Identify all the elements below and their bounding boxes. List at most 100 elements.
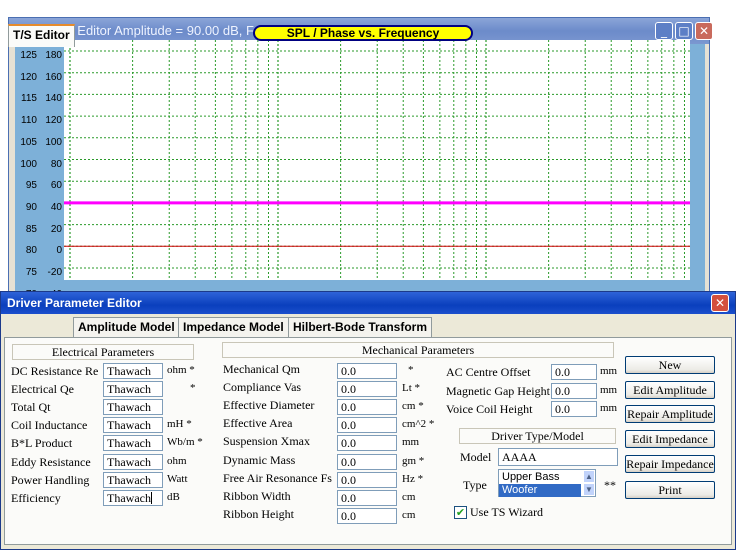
mechanical-param-field[interactable]: 0.0 (337, 453, 397, 470)
electrical-param-label: Power Handling (11, 472, 90, 487)
electrical-param-unit: ohm (167, 454, 187, 467)
electrical-param-field[interactable]: Thawach (103, 435, 163, 452)
chart-svg (64, 40, 690, 291)
tab-impedance-model[interactable]: Impedance Model (178, 317, 289, 337)
chart-plot-area[interactable] (64, 40, 690, 291)
mechanical-param-field[interactable]: 0.0 (337, 399, 397, 416)
electrical-param-field[interactable]: Thawach (103, 399, 163, 416)
dialog-title: Driver Parameter Editor (7, 296, 142, 310)
mechanical-extra-unit: mm (600, 365, 618, 377)
edit-amplitude-button[interactable]: Edit Amplitude (625, 381, 715, 399)
mechanical-param-field[interactable]: 0.0 (337, 471, 397, 488)
spl-tick-label: 110 (21, 115, 37, 127)
mechanical-param-label: Compliance Vas (223, 380, 302, 395)
mechanical-param-unit: cm * (402, 400, 424, 413)
electrical-param-field[interactable]: Thawach (103, 417, 163, 434)
mechanical-param-unit: cm^2 * (402, 418, 435, 431)
mechanical-param-label: Dynamic Mass (223, 452, 296, 467)
electrical-param-unit: dB (167, 490, 180, 503)
use-ts-wizard-checkbox[interactable]: ✔ (454, 506, 467, 519)
mechanical-extra-field[interactable]: 0.0 (551, 364, 597, 380)
mechanical-param-label: Effective Diameter (223, 398, 315, 413)
minimize-icon[interactable]: _ (655, 22, 673, 40)
phase-tick-label: 80 (50, 158, 62, 170)
electrical-param-label: Eddy Resistance (11, 454, 91, 469)
mechanical-param-unit: cm (402, 508, 416, 521)
tab-amplitude-model[interactable]: Amplitude Model (73, 317, 180, 337)
electrical-parameters-heading: Electrical Parameters (12, 344, 194, 360)
dialog-title-bar[interactable]: Driver Parameter Editor ✕ (1, 292, 735, 314)
close-icon[interactable]: ✕ (695, 22, 713, 40)
print-button[interactable]: Print (625, 481, 715, 499)
electrical-param-label: DC Resistance Re (11, 364, 99, 378)
mechanical-param-field[interactable]: 0.0 (337, 507, 397, 524)
type-option-upper-bass[interactable]: Upper Bass (499, 471, 581, 484)
type-listbox[interactable]: Upper Bass Woofer ▲ ▼ (498, 469, 596, 497)
electrical-param-label: B*L Product (11, 436, 73, 451)
use-ts-wizard-label: Use TS Wizard (470, 505, 544, 519)
electrical-param-label: Total Qt (11, 400, 51, 415)
new-button[interactable]: New (625, 356, 715, 374)
text-caret (150, 491, 152, 504)
mechanical-param-unit: mm (402, 436, 420, 449)
phase-tick-label: 0 (56, 245, 62, 257)
type-label: Type (463, 478, 487, 492)
electrical-param-field[interactable]: Thawach (103, 381, 163, 398)
electrical-param-unit: * (190, 382, 196, 395)
phase-tick-label: 160 (45, 71, 62, 83)
mechanical-extra-unit: mm (600, 402, 618, 414)
phase-tick-label: 100 (45, 136, 62, 148)
spl-tick-label: 125 (20, 50, 37, 61)
mechanical-parameters-heading: Mechanical Parameters (222, 342, 614, 358)
repair-impedance-button[interactable]: Repair Impedance (625, 455, 715, 473)
type-option-woofer[interactable]: Woofer (499, 484, 581, 497)
tab-hilbert-bode-transform[interactable]: Hilbert-Bode Transform (288, 317, 433, 337)
electrical-param-unit: Wb/m * (167, 436, 203, 449)
electrical-param-unit: Watt (167, 472, 188, 485)
dialog-close-icon[interactable]: ✕ (711, 294, 729, 312)
mechanical-param-field[interactable]: 0.0 (337, 363, 397, 379)
phase-tick-label: 40 (50, 201, 62, 213)
mechanical-param-label: Free Air Resonance Fs (223, 470, 332, 485)
edit-impedance-button[interactable]: Edit Impedance (625, 430, 715, 448)
electrical-param-unit: ohm * (167, 364, 195, 376)
mechanical-param-unit: * (408, 364, 414, 376)
spl-tick-label: 95 (25, 180, 37, 192)
mechanical-extra-label: Voice Coil Height (446, 402, 533, 416)
tab-ts-editor[interactable]: T/S Editor (8, 24, 75, 47)
scroll-down-icon[interactable]: ▼ (583, 483, 595, 496)
phase-tick-label: 140 (45, 93, 62, 105)
repair-amplitude-button[interactable]: Repair Amplitude (625, 405, 715, 423)
mechanical-param-field[interactable]: 0.0 (337, 489, 397, 506)
type-required-marker: ** (604, 478, 616, 492)
mechanical-param-label: Mechanical Qm (223, 362, 300, 376)
mechanical-param-field[interactable]: 0.0 (337, 381, 397, 398)
model-label: Model (460, 450, 492, 464)
spl-tick-label: 115 (21, 93, 37, 105)
mechanical-param-unit: cm (402, 490, 416, 503)
electrical-param-field[interactable]: Thawach (103, 489, 163, 506)
mechanical-param-label: Ribbon Height (223, 506, 294, 521)
mechanical-param-field[interactable]: 0.0 (337, 417, 397, 434)
spl-tick-label: 120 (20, 71, 37, 83)
electrical-param-label: Coil Inductance (11, 418, 88, 433)
mechanical-param-field[interactable]: 0.0 (337, 435, 397, 452)
electrical-param-field[interactable]: Thawach (103, 453, 163, 470)
mechanical-param-unit: gm * (402, 454, 425, 467)
model-field[interactable]: AAAA (498, 448, 618, 466)
maximize-icon[interactable]: □ (675, 22, 693, 40)
spl-tick-label: 100 (20, 158, 37, 170)
mechanical-extra-field[interactable]: 0.0 (551, 401, 597, 417)
electrical-param-field[interactable]: Thawach (103, 363, 163, 379)
mechanical-param-label: Suspension Xmax (223, 434, 310, 449)
driver-type-model-heading: Driver Type/Model (459, 428, 616, 444)
phase-tick-label: 20 (50, 223, 62, 235)
electrical-param-label: Electrical Qe (11, 382, 74, 397)
phase-tick-label: -20 (47, 267, 62, 278)
mechanical-extra-label: AC Centre Offset (446, 365, 531, 379)
mechanical-extra-field[interactable]: 0.0 (551, 382, 597, 399)
spl-tick-label: 75 (25, 267, 37, 278)
scroll-up-icon[interactable]: ▲ (583, 470, 595, 483)
phase-tick-label: 180 (45, 50, 62, 61)
electrical-param-field[interactable]: Thawach (103, 471, 163, 488)
